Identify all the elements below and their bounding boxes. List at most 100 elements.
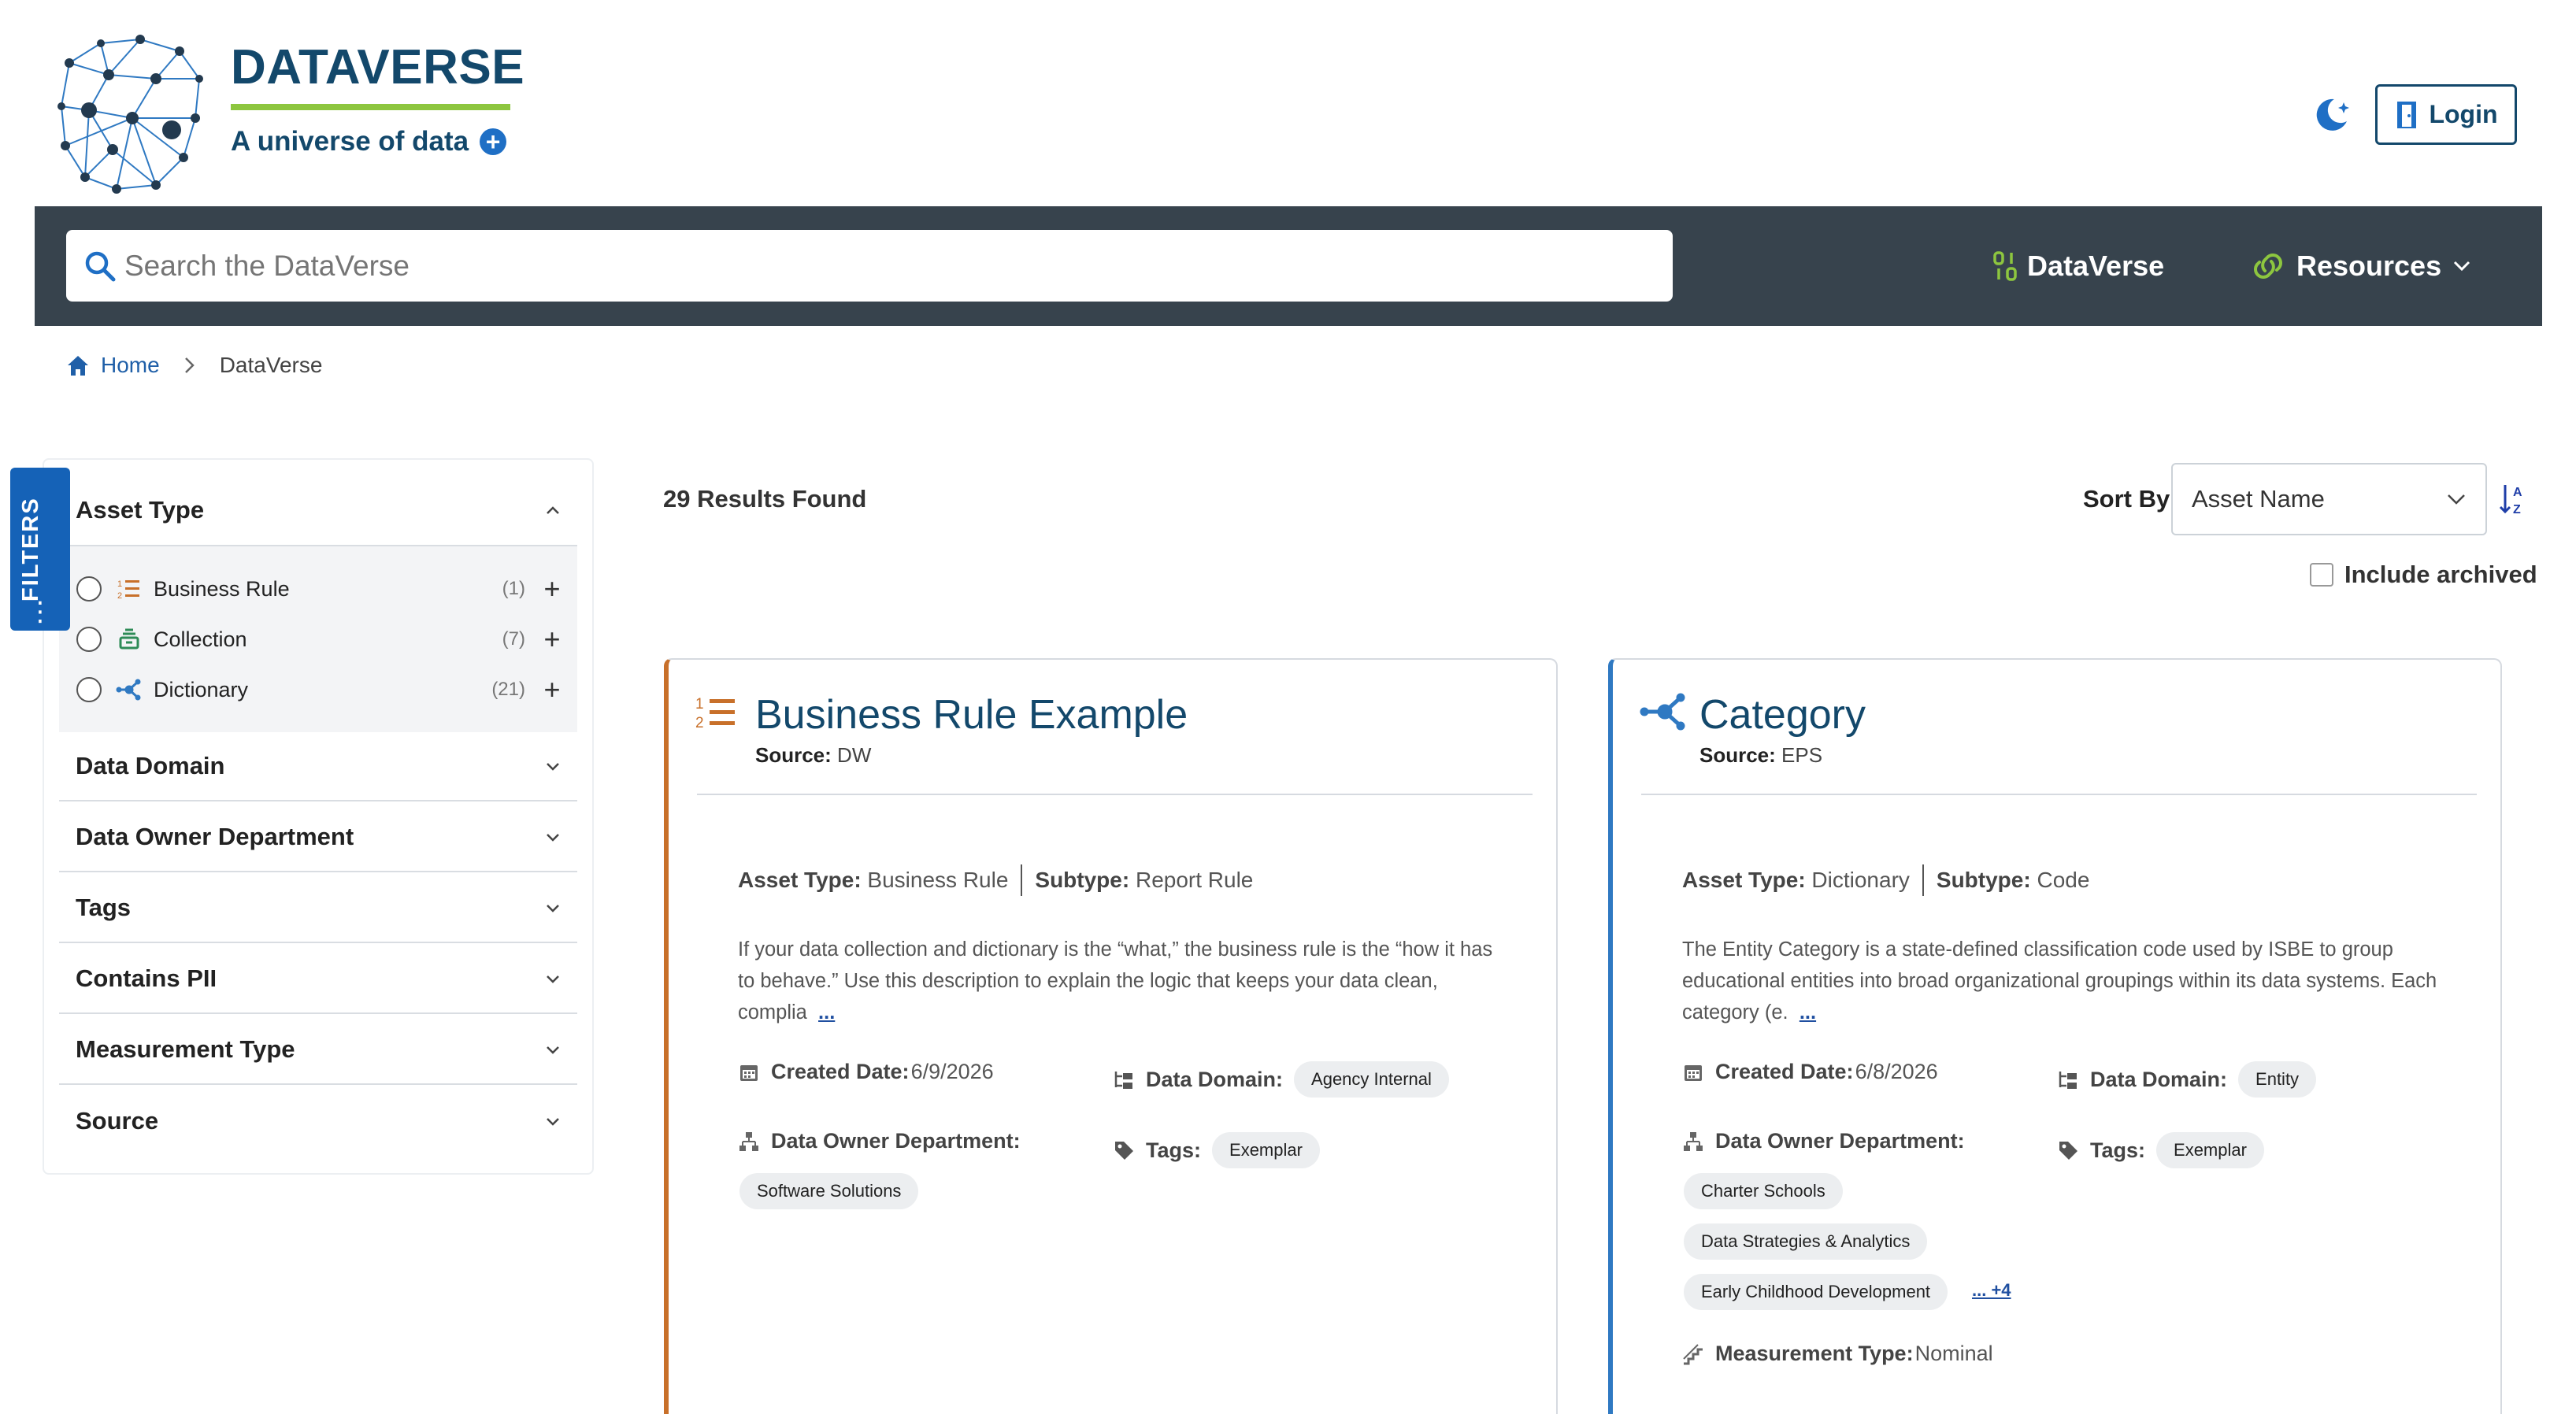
svg-text:Z: Z (2513, 503, 2521, 516)
source-value: DW (837, 743, 872, 767)
radio-button[interactable] (76, 627, 102, 652)
tagline-text: A universe of data (231, 126, 469, 157)
more-owners-link[interactable]: ... +4 (1972, 1280, 2011, 1301)
owner-pill[interactable]: Early Childhood Development (1684, 1274, 1948, 1310)
sort-label: Sort By (2083, 485, 2170, 513)
sort-select[interactable]: Asset Name (2171, 463, 2487, 535)
plus-circle-icon[interactable]: + (480, 128, 507, 155)
tag-pill[interactable]: Exemplar (2156, 1132, 2264, 1168)
facet-label: Data Domain (76, 752, 225, 779)
tag-icon (1115, 1142, 1133, 1160)
sort-direction-icon[interactable]: A Z (2499, 482, 2530, 516)
moon-star-icon[interactable] (2311, 93, 2353, 135)
result-card-category[interactable]: Category Source: EPS Asset Type: Diction… (1608, 658, 2502, 1414)
chevron-down-icon (547, 1118, 559, 1126)
breadcrumb-home[interactable]: Home (66, 353, 160, 378)
domain-pill[interactable]: Agency Internal (1294, 1061, 1449, 1098)
search-input[interactable] (124, 249, 1621, 283)
result-card-business-rule[interactable]: 12 Business Rule Example Source: DW Asse… (664, 658, 1558, 1414)
door-icon (2397, 101, 2417, 128)
tags-field: Tags: Exemplar (1113, 1132, 1320, 1168)
option-collection[interactable]: Collection (7) + (76, 616, 562, 663)
owner-pill[interactable]: Data Strategies & Analytics (1684, 1223, 1928, 1260)
include-archived-label: Include archived (2344, 561, 2537, 588)
measurement-value: Nominal (1914, 1342, 1993, 1365)
subtype-value: Code (2037, 868, 2090, 892)
card-source: Source: DW (755, 743, 871, 768)
option-count: (21) (491, 679, 525, 700)
home-icon (68, 356, 88, 376)
calendar-icon (740, 1064, 758, 1081)
chevron-down-icon (547, 763, 559, 771)
chevron-down-icon (2448, 494, 2465, 505)
tags-field: Tags: Exemplar (2057, 1132, 2264, 1168)
domain-label: Data Domain: (2090, 1067, 2228, 1091)
include-archived-checkbox[interactable]: Include archived (2310, 561, 2537, 589)
owner-pill[interactable]: Charter Schools (1684, 1173, 1843, 1209)
numbered-list-icon: 12 (695, 696, 735, 731)
facet-label: Source (76, 1107, 159, 1135)
filters-tab[interactable]: FILTERS ⋮ (10, 468, 70, 631)
option-count: (1) (502, 578, 525, 599)
tags-label: Tags: (1146, 1138, 1202, 1162)
read-more-link[interactable]: ... (1799, 1001, 1816, 1023)
checkbox[interactable] (2310, 563, 2333, 587)
chevron-down-icon (547, 1046, 559, 1054)
option-count: (7) (502, 628, 525, 650)
meta-divider (1021, 864, 1023, 896)
source-label: Source: (1699, 743, 1776, 767)
radio-button[interactable] (76, 576, 102, 602)
breadcrumb: Home DataVerse (66, 353, 322, 378)
asset-type-label: Asset Type: (738, 868, 862, 892)
org-chart-icon (739, 1131, 758, 1151)
search-bar[interactable] (66, 230, 1673, 302)
card-title[interactable]: Category (1699, 691, 1866, 738)
card-title[interactable]: Business Rule Example (755, 691, 1188, 738)
card-description: If your data collection and dictionary i… (738, 934, 1510, 1028)
domain-label: Data Domain: (1146, 1067, 1284, 1091)
chevron-down-icon (547, 905, 559, 912)
breadcrumb-home-label: Home (101, 353, 160, 377)
source-label: Source: (755, 743, 832, 767)
nav-item-resources[interactable]: Resources (2251, 246, 2471, 287)
molecule-icon (1640, 693, 1685, 731)
results-count: 29 Results Found (663, 485, 867, 513)
login-button[interactable]: Login (2375, 84, 2517, 145)
card-divider (1641, 794, 2477, 795)
facet-source[interactable]: Source (59, 1086, 577, 1156)
facet-label: Asset Type (76, 496, 205, 524)
org-chart-icon (1684, 1131, 1703, 1151)
facet-data-domain[interactable]: Data Domain (59, 732, 577, 801)
svg-text:A: A (2513, 486, 2522, 499)
add-icon[interactable]: + (543, 575, 562, 603)
created-date: Created Date: 6/8/2026 (1682, 1060, 1938, 1084)
svg-text:1: 1 (117, 579, 122, 589)
facet-tags[interactable]: Tags (59, 874, 577, 943)
facet-contains-pii[interactable]: Contains PII (59, 945, 577, 1014)
asset-type-value: Business Rule (867, 868, 1009, 892)
add-icon[interactable]: + (543, 676, 562, 704)
domain-pill[interactable]: Entity (2238, 1061, 2317, 1098)
nav-label-dataverse: DataVerse (2027, 250, 2165, 282)
owner-field: Data Owner Department: (1682, 1129, 1965, 1153)
login-label: Login (2429, 100, 2498, 128)
facet-data-owner-department[interactable]: Data Owner Department (59, 803, 577, 872)
radio-button[interactable] (76, 677, 102, 702)
option-dictionary[interactable]: Dictionary (21) + (76, 666, 562, 713)
stairs-icon (1683, 1343, 1703, 1364)
read-more-link[interactable]: ... (818, 1001, 835, 1023)
nav-item-dataverse[interactable]: DataVerse (1992, 246, 2164, 287)
subtype-label: Subtype: (1035, 868, 1130, 892)
facet-measurement-type[interactable]: Measurement Type (59, 1016, 577, 1085)
option-business-rule[interactable]: 12 Business Rule (1) + (76, 565, 562, 613)
tag-pill[interactable]: Exemplar (1212, 1132, 1320, 1168)
owner-pill[interactable]: Software Solutions (739, 1173, 919, 1209)
facet-asset-type[interactable]: Asset Type (59, 476, 577, 545)
search-icon (85, 251, 116, 281)
add-icon[interactable]: + (543, 625, 562, 653)
option-label: Business Rule (154, 576, 290, 601)
chevron-down-icon (547, 975, 559, 983)
breadcrumb-current: DataVerse (219, 353, 323, 377)
numbered-list-icon: 12 (116, 577, 143, 601)
meta-divider (1922, 864, 1924, 896)
